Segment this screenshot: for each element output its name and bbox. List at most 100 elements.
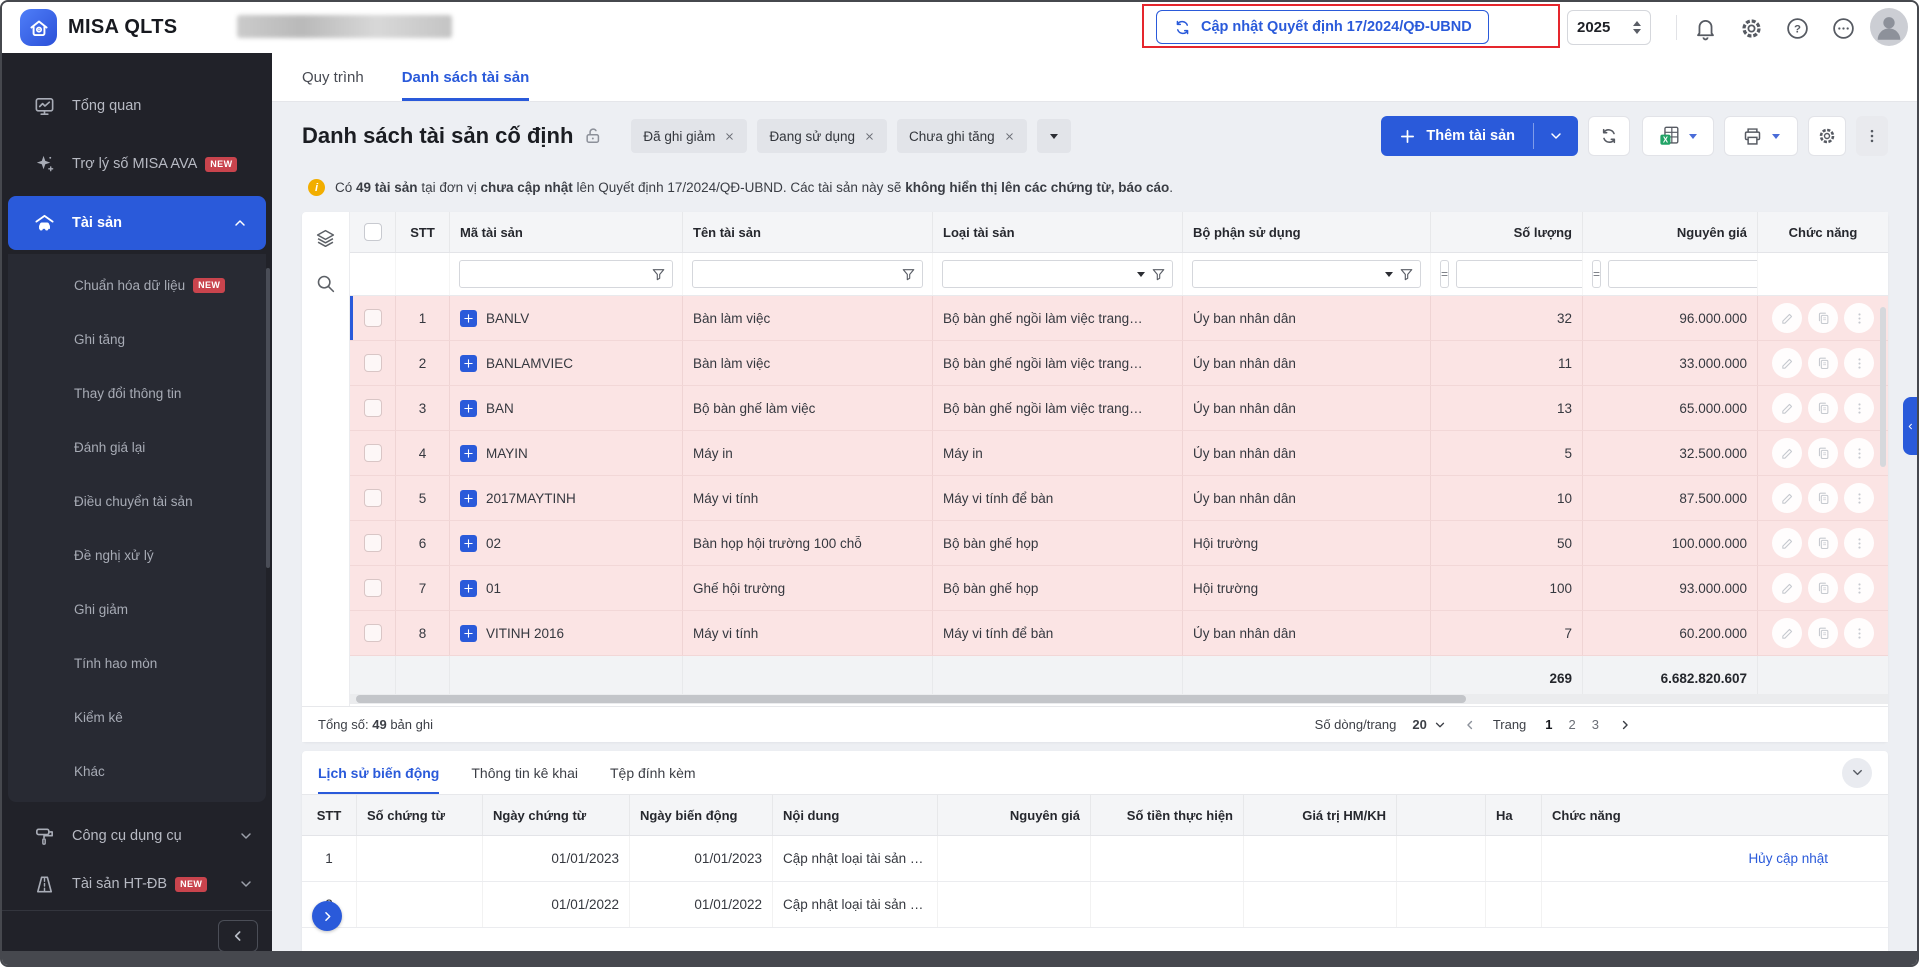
year-stepper-icon[interactable] — [1633, 21, 1641, 34]
sidebar-item-ava-assistant[interactable]: Trợ lý số MISA AVA NEW — [2, 138, 272, 190]
funnel-icon[interactable] — [901, 267, 916, 282]
page-number[interactable]: 3 — [1589, 717, 1602, 732]
expand-plus-icon[interactable] — [460, 445, 477, 462]
edit-button[interactable] — [1772, 573, 1802, 603]
filter-qty-input[interactable] — [1463, 266, 1583, 282]
sidebar-item-overview[interactable]: Tổng quan — [2, 80, 272, 132]
expand-plus-icon[interactable] — [460, 535, 477, 552]
filter-chip-not-recorded[interactable]: Chưa ghi tăng — [897, 119, 1027, 153]
vertical-scrollbar[interactable] — [1880, 307, 1886, 467]
row-more-button[interactable] — [1844, 348, 1874, 378]
add-asset-button[interactable]: Thêm tài sản — [1381, 116, 1578, 156]
sidebar-item-tools[interactable]: Công cụ dụng cụ — [2, 810, 272, 862]
duplicate-button[interactable] — [1808, 618, 1838, 648]
sidebar-subitem-record-decrease[interactable]: Ghi giảm — [8, 582, 266, 636]
sidebar-scrollbar[interactable] — [266, 268, 270, 568]
help-button[interactable] — [1784, 15, 1810, 41]
sidebar-subitem-disposal-request[interactable]: Đề nghị xử lý — [8, 528, 266, 582]
duplicate-button[interactable] — [1808, 483, 1838, 513]
sidebar-subitem-inventory[interactable]: Kiểm kê — [8, 690, 266, 744]
row-more-button[interactable] — [1844, 528, 1874, 558]
year-selector[interactable]: 2025 — [1567, 10, 1651, 45]
row-more-button[interactable] — [1844, 438, 1874, 468]
edit-button[interactable] — [1772, 303, 1802, 333]
tab-asset-list[interactable]: Danh sách tài sản — [402, 53, 530, 101]
row-checkbox[interactable] — [364, 444, 382, 462]
funnel-icon[interactable] — [651, 267, 666, 282]
horizontal-scrollbar[interactable] — [350, 694, 1888, 704]
duplicate-button[interactable] — [1808, 528, 1838, 558]
cancel-update-link[interactable]: Hủy cập nhật — [1748, 851, 1828, 866]
scrollbar-thumb[interactable] — [356, 695, 1466, 703]
filter-chips-dropdown[interactable] — [1037, 119, 1071, 153]
table-row[interactable]: 1 BANLV Bàn làm việc Bộ bàn ghế ngồi làm… — [350, 296, 1888, 341]
sidebar-subitem-standardize-data[interactable]: Chuẩn hóa dữ liệuNEW — [8, 258, 266, 312]
collapsed-side-panel-tab[interactable] — [1903, 397, 1917, 455]
duplicate-button[interactable] — [1808, 573, 1838, 603]
detail-row[interactable]: 1 01/01/2023 01/01/2023 Cập nhật loại tà… — [302, 836, 1888, 882]
filter-code-input[interactable] — [466, 266, 645, 282]
add-asset-dropdown[interactable] — [1534, 116, 1578, 156]
next-page-button[interactable] — [1618, 718, 1632, 732]
row-more-button[interactable] — [1844, 573, 1874, 603]
print-button[interactable] — [1724, 116, 1798, 156]
edit-button[interactable] — [1772, 348, 1802, 378]
expand-strip-button[interactable] — [312, 901, 342, 931]
row-checkbox[interactable] — [364, 309, 382, 327]
expand-plus-icon[interactable] — [460, 580, 477, 597]
filter-value-operator[interactable]: = — [1592, 260, 1601, 288]
row-more-button[interactable] — [1844, 303, 1874, 333]
collapse-detail-button[interactable] — [1842, 758, 1872, 788]
sidebar-subitem-transfer-asset[interactable]: Điều chuyển tài sản — [8, 474, 266, 528]
table-row[interactable]: 8 VITINH 2016 Máy vi tính Máy vi tính để… — [350, 611, 1888, 656]
caret-down-icon[interactable] — [1385, 272, 1393, 277]
tab-declaration-info[interactable]: Thông tin kê khai — [471, 751, 578, 794]
sidebar-subitem-revaluate[interactable]: Đánh giá lại — [8, 420, 266, 474]
sidebar-subitem-other[interactable]: Khác — [8, 744, 266, 798]
edit-button[interactable] — [1772, 483, 1802, 513]
notifications-button[interactable] — [1692, 15, 1718, 41]
funnel-icon[interactable] — [1151, 267, 1166, 282]
layers-icon[interactable] — [315, 228, 336, 249]
row-checkbox[interactable] — [364, 399, 382, 417]
table-row[interactable]: 3 BAN Bộ bàn ghế làm việc Bộ bàn ghế ngồ… — [350, 386, 1888, 431]
more-button[interactable] — [1830, 15, 1856, 41]
tab-process[interactable]: Quy trình — [302, 53, 364, 101]
close-icon[interactable] — [724, 131, 735, 142]
duplicate-button[interactable] — [1808, 303, 1838, 333]
edit-button[interactable] — [1772, 438, 1802, 468]
expand-plus-icon[interactable] — [460, 310, 477, 327]
search-icon[interactable] — [315, 273, 336, 294]
col-dept[interactable]: Bộ phận sử dụng — [1183, 212, 1431, 252]
edit-button[interactable] — [1772, 618, 1802, 648]
per-page-select[interactable]: 20 — [1412, 717, 1446, 732]
row-checkbox[interactable] — [364, 354, 382, 372]
row-more-button[interactable] — [1844, 618, 1874, 648]
update-decision-button[interactable]: Cập nhật Quyết định 17/2024/QĐ-UBND — [1156, 10, 1489, 44]
refresh-table-button[interactable] — [1588, 116, 1630, 156]
sidebar-subitem-change-info[interactable]: Thay đổi thông tin — [8, 366, 266, 420]
edit-button[interactable] — [1772, 393, 1802, 423]
table-row[interactable]: 5 2017MAYTINH Máy vi tính Máy vi tính để… — [350, 476, 1888, 521]
close-icon[interactable] — [864, 131, 875, 142]
row-more-button[interactable] — [1844, 393, 1874, 423]
sidebar-collapse-button[interactable] — [218, 920, 258, 952]
sidebar-item-infrastructure-assets[interactable]: Tài sản HT-ĐB NEW — [2, 858, 272, 910]
edit-button[interactable] — [1772, 528, 1802, 558]
col-name[interactable]: Tên tài sản — [683, 212, 933, 252]
col-code[interactable]: Mã tài sản — [450, 212, 683, 252]
expand-plus-icon[interactable] — [460, 625, 477, 642]
duplicate-button[interactable] — [1808, 393, 1838, 423]
duplicate-button[interactable] — [1808, 438, 1838, 468]
expand-plus-icon[interactable] — [460, 400, 477, 417]
filter-name-input[interactable] — [699, 266, 895, 282]
row-checkbox[interactable] — [364, 624, 382, 642]
filter-value-input[interactable] — [1615, 266, 1758, 282]
row-checkbox[interactable] — [364, 534, 382, 552]
duplicate-button[interactable] — [1808, 348, 1838, 378]
more-actions-button[interactable] — [1856, 116, 1888, 156]
col-qty[interactable]: Số lượng — [1431, 212, 1583, 252]
tab-attachments[interactable]: Tệp đính kèm — [610, 751, 696, 794]
row-checkbox[interactable] — [364, 489, 382, 507]
filter-qty-operator[interactable]: = — [1440, 260, 1449, 288]
